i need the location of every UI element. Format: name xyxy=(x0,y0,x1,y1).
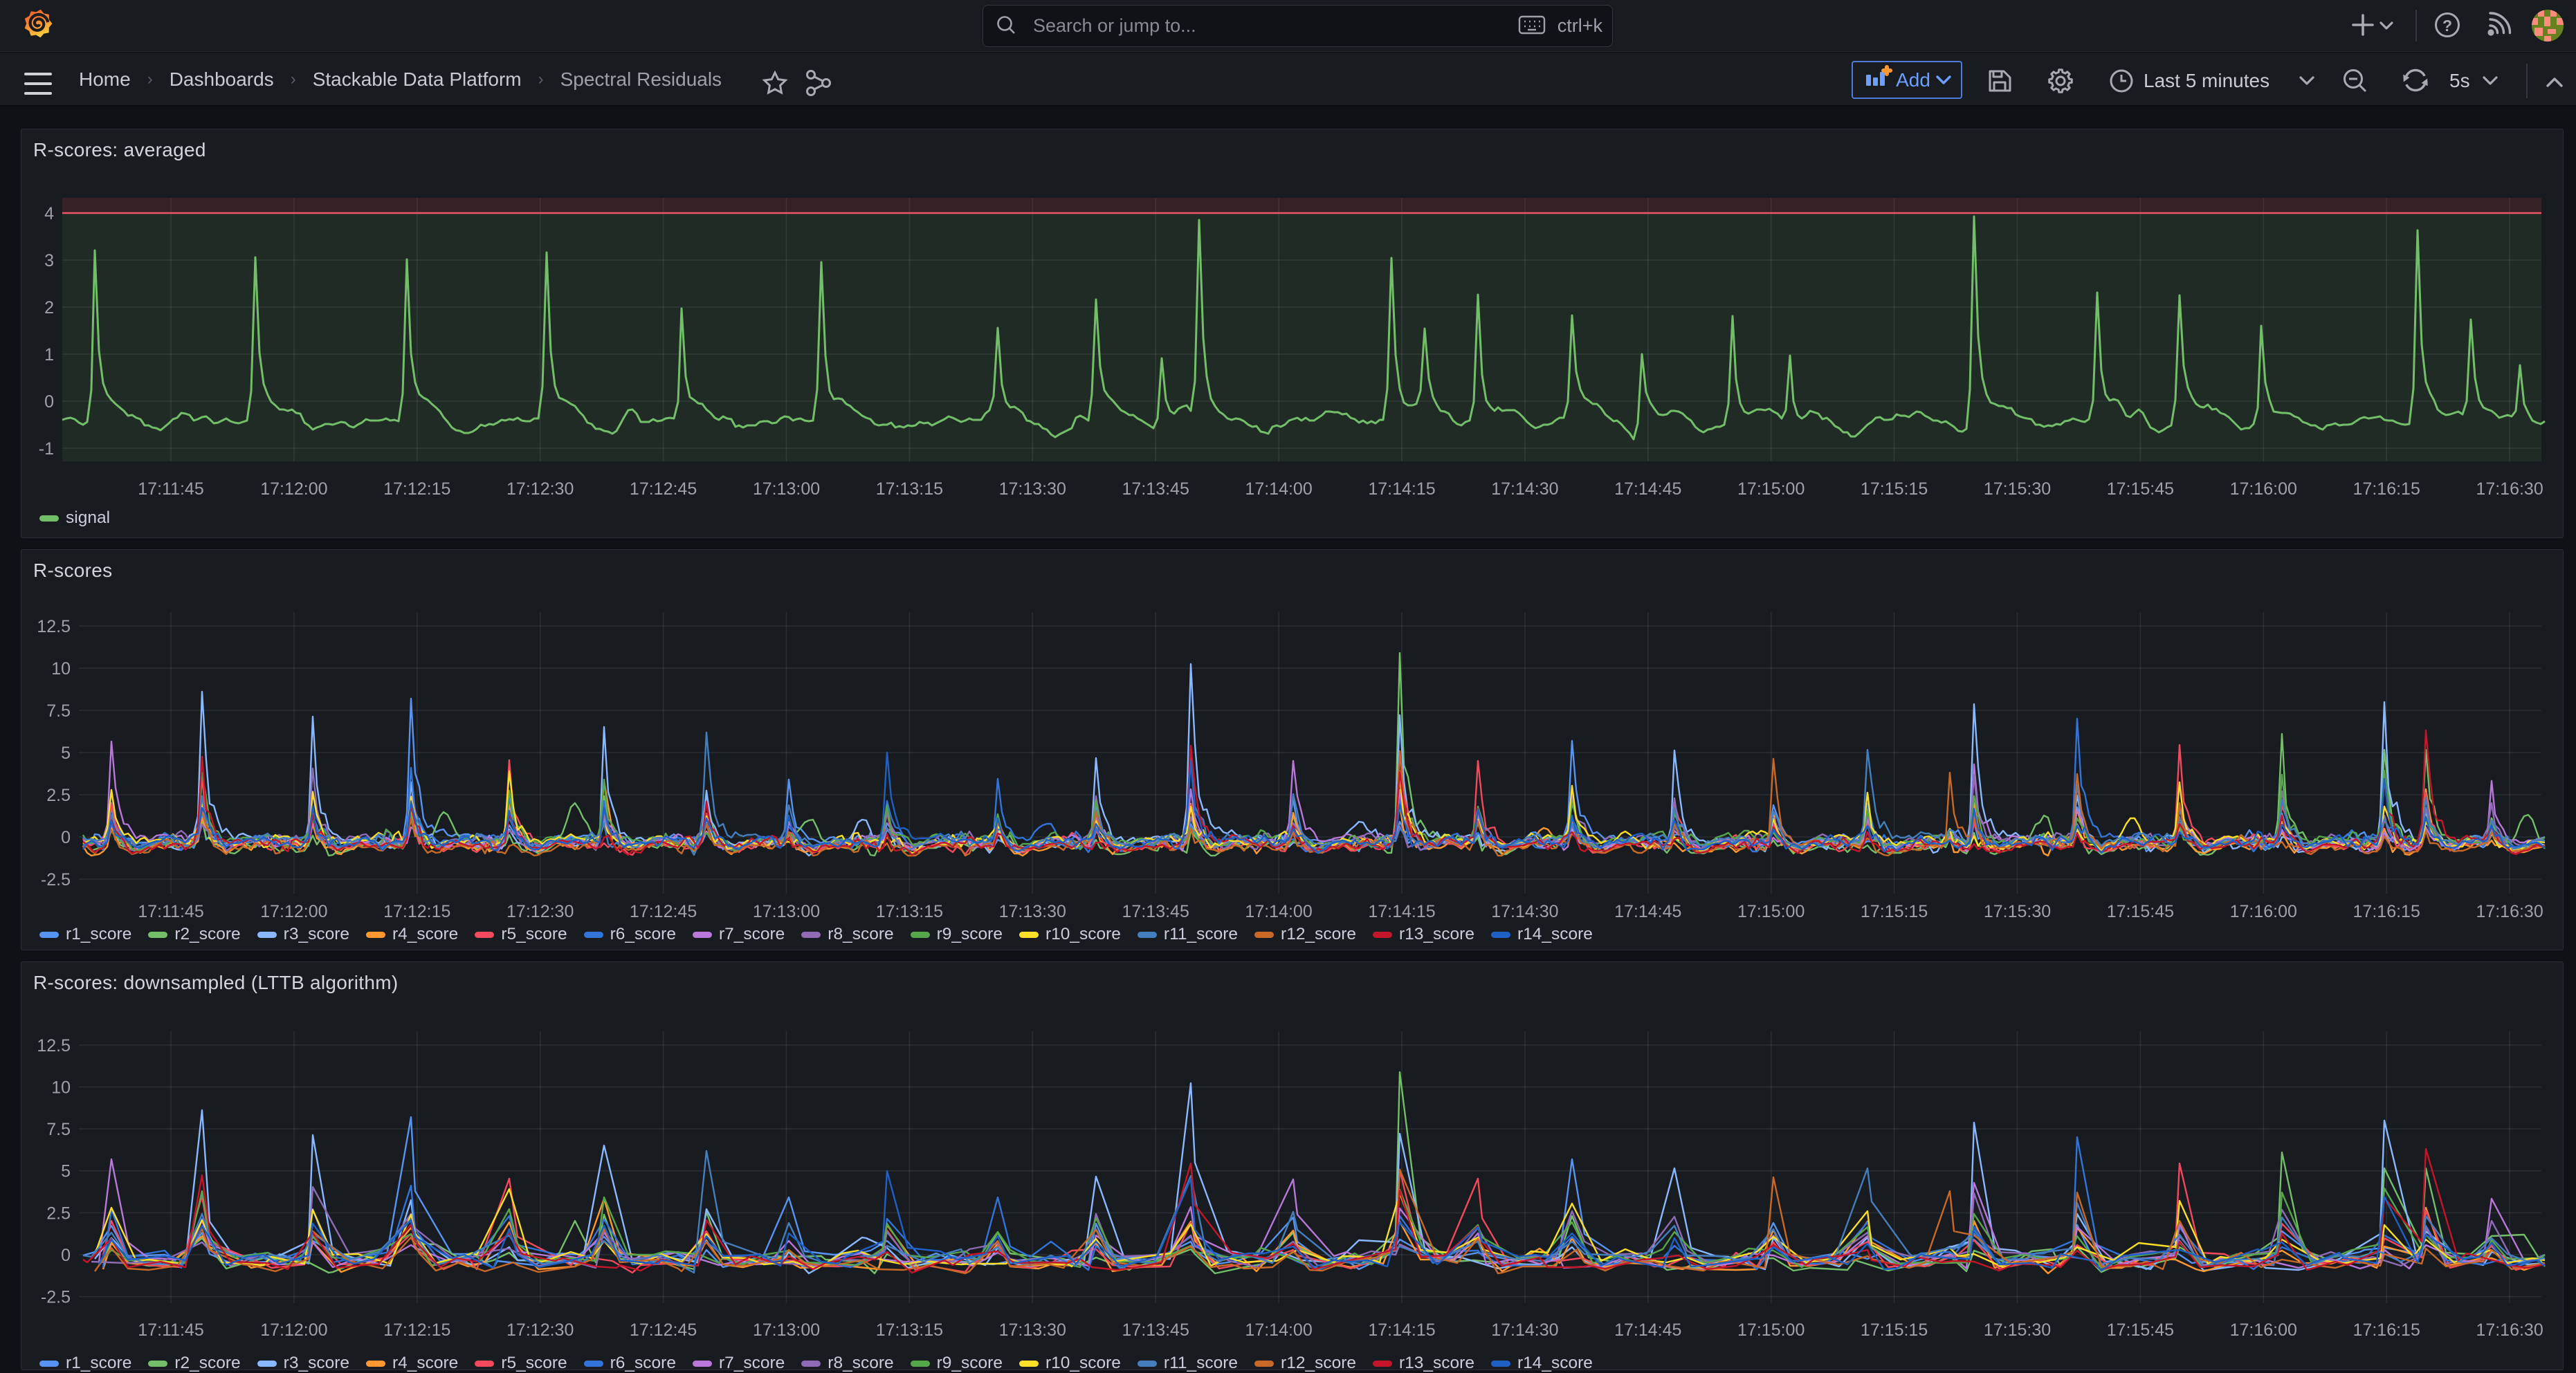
svg-text:17:12:00: 17:12:00 xyxy=(260,902,327,921)
svg-text:12.5: 12.5 xyxy=(37,1036,71,1056)
svg-text:17:12:30: 17:12:30 xyxy=(506,1320,574,1340)
svg-text:17:15:00: 17:15:00 xyxy=(1737,479,1805,499)
svg-text:17:15:30: 17:15:30 xyxy=(1984,479,2051,499)
svg-text:17:15:00: 17:15:00 xyxy=(1737,902,1805,921)
svg-text:17:12:15: 17:12:15 xyxy=(383,902,450,921)
svg-text:17:13:15: 17:13:15 xyxy=(876,479,943,499)
svg-text:-2.5: -2.5 xyxy=(41,870,71,890)
svg-text:7.5: 7.5 xyxy=(46,1120,71,1139)
svg-text:17:12:00: 17:12:00 xyxy=(260,479,327,499)
svg-text:17:14:00: 17:14:00 xyxy=(1245,479,1312,499)
svg-text:17:14:45: 17:14:45 xyxy=(1614,902,1681,921)
svg-text:17:16:30: 17:16:30 xyxy=(2476,1320,2543,1340)
svg-text:17:14:15: 17:14:15 xyxy=(1368,479,1435,499)
svg-text:17:12:00: 17:12:00 xyxy=(260,1320,327,1340)
svg-text:17:15:45: 17:15:45 xyxy=(2107,1320,2174,1340)
svg-text:17:12:15: 17:12:15 xyxy=(383,479,450,499)
svg-text:0: 0 xyxy=(61,828,71,847)
svg-text:17:14:45: 17:14:45 xyxy=(1614,1320,1681,1340)
svg-text:17:12:45: 17:12:45 xyxy=(630,902,697,921)
svg-text:1: 1 xyxy=(44,345,54,365)
svg-text:17:14:45: 17:14:45 xyxy=(1614,479,1681,499)
svg-text:17:12:30: 17:12:30 xyxy=(506,902,574,921)
svg-text:17:13:00: 17:13:00 xyxy=(753,1320,820,1340)
svg-text:17:14:00: 17:14:00 xyxy=(1245,1320,1312,1340)
svg-text:17:13:00: 17:13:00 xyxy=(753,479,820,499)
svg-text:17:15:45: 17:15:45 xyxy=(2107,902,2174,921)
svg-text:17:15:30: 17:15:30 xyxy=(1984,902,2051,921)
svg-text:2: 2 xyxy=(44,298,54,317)
svg-text:12.5: 12.5 xyxy=(37,617,71,636)
svg-text:17:14:15: 17:14:15 xyxy=(1368,1320,1435,1340)
svg-text:-1: -1 xyxy=(39,439,54,459)
svg-text:0: 0 xyxy=(61,1246,71,1265)
svg-text:17:11:45: 17:11:45 xyxy=(138,479,203,499)
svg-text:17:12:15: 17:12:15 xyxy=(383,1320,450,1340)
svg-text:17:12:45: 17:12:45 xyxy=(630,479,697,499)
svg-text:17:15:15: 17:15:15 xyxy=(1861,902,1928,921)
svg-text:17:16:00: 17:16:00 xyxy=(2230,902,2297,921)
svg-text:17:16:15: 17:16:15 xyxy=(2353,479,2420,499)
svg-text:17:16:15: 17:16:15 xyxy=(2353,1320,2420,1340)
svg-text:17:12:45: 17:12:45 xyxy=(630,1320,697,1340)
svg-text:17:12:30: 17:12:30 xyxy=(506,479,574,499)
svg-text:17:15:45: 17:15:45 xyxy=(2107,479,2174,499)
svg-text:17:15:15: 17:15:15 xyxy=(1861,479,1928,499)
svg-text:17:13:45: 17:13:45 xyxy=(1122,1320,1189,1340)
svg-text:17:15:00: 17:15:00 xyxy=(1737,1320,1805,1340)
svg-text:3: 3 xyxy=(44,251,54,270)
svg-text:2.5: 2.5 xyxy=(46,1204,71,1223)
svg-text:17:16:00: 17:16:00 xyxy=(2230,479,2297,499)
svg-text:17:11:45: 17:11:45 xyxy=(138,902,203,921)
svg-text:17:14:15: 17:14:15 xyxy=(1368,902,1435,921)
svg-text:17:13:30: 17:13:30 xyxy=(999,902,1066,921)
svg-text:2.5: 2.5 xyxy=(46,786,71,805)
svg-text:5: 5 xyxy=(61,744,71,763)
svg-text:17:13:45: 17:13:45 xyxy=(1122,902,1189,921)
svg-text:17:13:30: 17:13:30 xyxy=(999,479,1066,499)
svg-text:17:13:45: 17:13:45 xyxy=(1122,479,1189,499)
svg-text:17:13:15: 17:13:15 xyxy=(876,1320,943,1340)
svg-text:17:16:30: 17:16:30 xyxy=(2476,479,2543,499)
svg-text:5: 5 xyxy=(61,1162,71,1181)
svg-text:0: 0 xyxy=(44,392,54,412)
svg-text:17:16:30: 17:16:30 xyxy=(2476,902,2543,921)
svg-text:17:14:30: 17:14:30 xyxy=(1491,1320,1558,1340)
svg-text:17:11:45: 17:11:45 xyxy=(138,1320,203,1340)
svg-text:17:14:30: 17:14:30 xyxy=(1491,902,1558,921)
svg-text:17:14:00: 17:14:00 xyxy=(1245,902,1312,921)
svg-text:17:13:00: 17:13:00 xyxy=(753,902,820,921)
svg-text:17:13:15: 17:13:15 xyxy=(876,902,943,921)
svg-text:-2.5: -2.5 xyxy=(41,1288,71,1307)
svg-text:7.5: 7.5 xyxy=(46,701,71,721)
svg-text:17:15:15: 17:15:15 xyxy=(1861,1320,1928,1340)
svg-text:17:14:30: 17:14:30 xyxy=(1491,479,1558,499)
svg-text:10: 10 xyxy=(51,659,71,679)
svg-text:17:16:15: 17:16:15 xyxy=(2353,902,2420,921)
svg-text:4: 4 xyxy=(44,204,54,223)
svg-text:17:13:30: 17:13:30 xyxy=(999,1320,1066,1340)
svg-text:17:15:30: 17:15:30 xyxy=(1984,1320,2051,1340)
svg-text:10: 10 xyxy=(51,1078,71,1097)
svg-text:17:16:00: 17:16:00 xyxy=(2230,1320,2297,1340)
